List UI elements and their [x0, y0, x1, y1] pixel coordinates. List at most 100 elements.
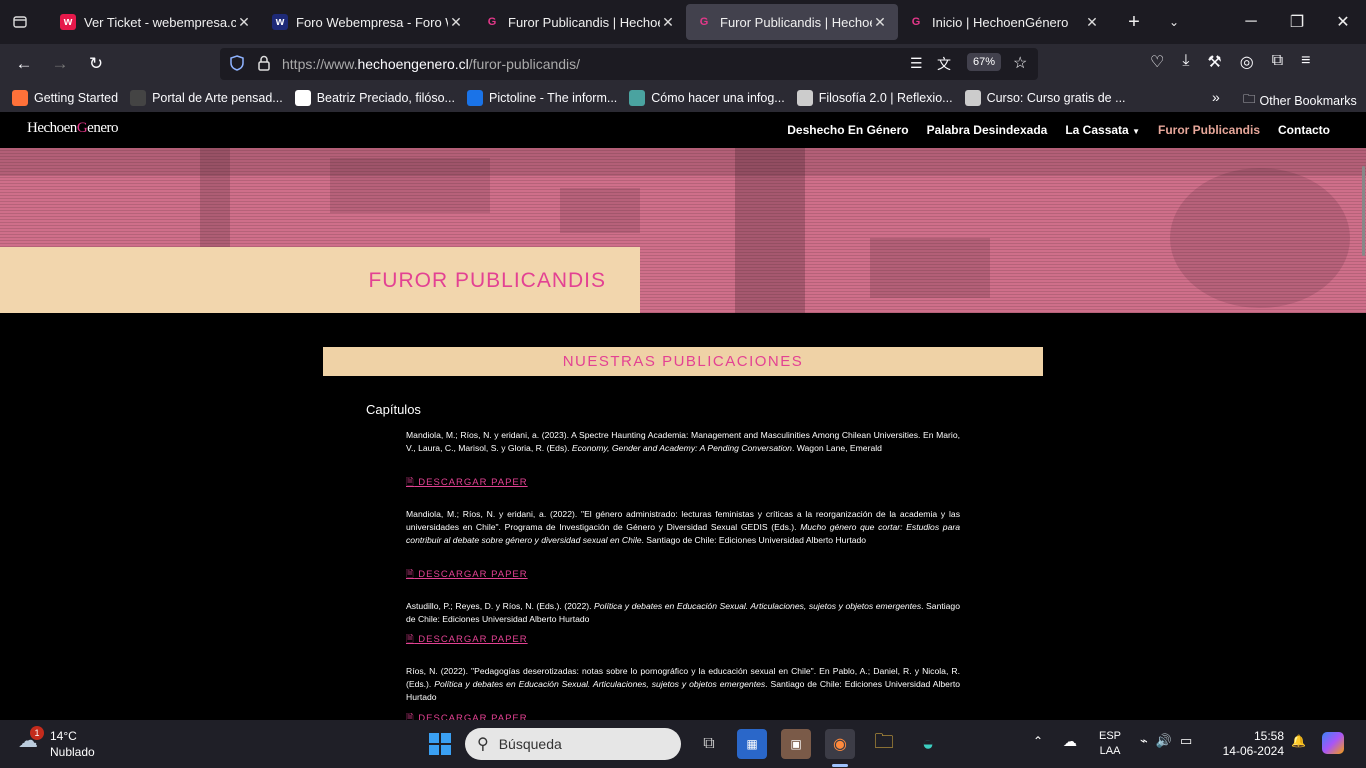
- translate-icon[interactable]: 文: [937, 54, 951, 74]
- start-button[interactable]: [425, 729, 455, 759]
- download-paper-link[interactable]: 🗎 DESCARGAR PAPER: [406, 567, 528, 583]
- downloads-icon[interactable]: ⤓: [1182, 52, 1189, 72]
- notification-icon[interactable]: 🔔: [1291, 734, 1306, 748]
- bookmark-item[interactable]: Filosofía 2.0 | Reflexio...: [796, 90, 953, 106]
- weather-widget[interactable]: ☁ 1: [18, 726, 44, 754]
- url-bar[interactable]: https://www.hechoengenero.cl/furor-publi…: [220, 48, 1038, 80]
- w-icon: [294, 90, 311, 106]
- navigation-toolbar: ← → ↻ https://www.hechoengenero.cl/furor…: [0, 44, 1366, 84]
- bookmark-item[interactable]: Beatriz Preciado, filóso...: [294, 90, 455, 106]
- book-icon: [964, 90, 981, 106]
- lock-icon[interactable]: [258, 55, 270, 74]
- shield-icon[interactable]: [230, 55, 244, 74]
- reader-view-icon[interactable]: ☰: [910, 55, 923, 72]
- tab-favicon-icon: G: [487, 16, 497, 28]
- page-scrollbar[interactable]: [1362, 148, 1366, 720]
- windows-logo-icon: [429, 733, 451, 755]
- extensions-icon[interactable]: ⧉: [1272, 52, 1283, 72]
- task-view-icon[interactable]: ⧉: [694, 729, 724, 759]
- publication-entry: Mandiola, M.; Ríos, N. y eridani, a. (20…: [406, 509, 960, 545]
- file-icon: 🗎: [406, 569, 415, 580]
- site-logo[interactable]: HechoenGenero: [27, 120, 118, 137]
- menu-item-la-cassata[interactable]: La Cassata ▼: [1065, 123, 1140, 137]
- system-tray[interactable]: ⌁ 🔊 ▭: [1140, 733, 1192, 749]
- web-page: HechoenGenero Deshecho En Género Palabra…: [0, 112, 1366, 720]
- tab-favicon-icon: w: [60, 14, 76, 30]
- edge-icon[interactable]: ◒: [913, 729, 943, 759]
- date: 14-06-2024: [1222, 744, 1284, 758]
- bookmark-item[interactable]: Portal de Arte pensad...: [130, 90, 283, 106]
- account-icon[interactable]: ◎: [1240, 52, 1254, 72]
- reload-button[interactable]: ↻: [78, 48, 114, 80]
- close-window-button[interactable]: ✕: [1320, 0, 1366, 44]
- s-icon: [130, 90, 147, 106]
- tab-overflow-chevron-icon[interactable]: ⌄: [1154, 0, 1194, 44]
- menu-icon[interactable]: ≡: [1301, 52, 1310, 72]
- new-tab-button[interactable]: +: [1114, 0, 1154, 44]
- tab-close-icon[interactable]: ✕: [448, 14, 464, 31]
- tab-close-icon[interactable]: ✕: [236, 14, 252, 31]
- firefox-taskbar-icon[interactable]: ◉: [825, 729, 855, 759]
- bookmark-star-icon[interactable]: ☆: [1013, 53, 1027, 73]
- clock[interactable]: 15:58 14-06-2024: [1222, 729, 1284, 759]
- tab-2[interactable]: G Furor Publicandis | HechoenG✕: [474, 4, 686, 40]
- app-icon[interactable]: ▣: [781, 729, 811, 759]
- firefox-icon: [12, 90, 28, 106]
- taskbar-search[interactable]: ⚲ Búsqueda: [465, 728, 681, 760]
- tab-close-icon[interactable]: ✕: [872, 14, 888, 31]
- bookmark-item[interactable]: Getting Started: [12, 90, 118, 106]
- menu-item-palabra[interactable]: Palabra Desindexada: [927, 123, 1048, 137]
- store-icon[interactable]: ▦: [737, 729, 767, 759]
- tab-4[interactable]: G Inicio | HechoenGénero ✕: [898, 4, 1110, 40]
- onedrive-icon[interactable]: ☁: [1063, 733, 1077, 750]
- bookmark-label: Beatriz Preciado, filóso...: [316, 91, 455, 105]
- other-bookmarks-folder[interactable]: 🗀 Other Bookmarks: [1243, 90, 1357, 111]
- volume-icon: 🔊: [1155, 733, 1173, 748]
- zoom-level-button[interactable]: 67%: [967, 53, 1002, 71]
- forward-button[interactable]: →: [42, 48, 78, 80]
- tab-favicon-icon: w: [272, 14, 288, 30]
- wrench-icon[interactable]: ⚒: [1207, 52, 1221, 72]
- download-paper-link[interactable]: 🗎 DESCARGAR PAPER: [406, 711, 528, 720]
- folder-icon: 🗀: [1243, 92, 1256, 106]
- chevron-down-icon: ▼: [1132, 127, 1140, 136]
- publication-entry: Mandiola, M.; Ríos, N. y eridani, a. (20…: [406, 430, 960, 453]
- minimize-button[interactable]: ─: [1228, 0, 1274, 44]
- url-text[interactable]: https://www.hechoengenero.cl/furor-publi…: [282, 56, 580, 72]
- tab-1[interactable]: w Foro Webempresa - Foro Wor✕: [262, 4, 474, 40]
- back-button[interactable]: ←: [6, 48, 42, 80]
- file-explorer-icon[interactable]: 🗀: [869, 729, 899, 759]
- tab-close-icon[interactable]: ✕: [1084, 14, 1100, 31]
- menu-item-furor[interactable]: Furor Publicandis: [1158, 123, 1260, 137]
- site-header: HechoenGenero Deshecho En Género Palabra…: [0, 112, 1366, 148]
- tab-3[interactable]: G Furor Publicandis | HechoenG✕: [686, 4, 898, 40]
- language-indicator[interactable]: ESP LAA: [1099, 729, 1121, 759]
- copilot-icon[interactable]: [1322, 732, 1344, 754]
- tab-bar: wVer Ticket - webempresa.com✕wForo Webem…: [0, 0, 1366, 44]
- battery-icon: ▭: [1180, 733, 1193, 748]
- search-placeholder: Búsqueda: [498, 736, 562, 752]
- pocket-icon[interactable]: ♡: [1150, 52, 1164, 72]
- tab-0[interactable]: w Ver Ticket - webempresa.com✕: [50, 4, 262, 40]
- file-icon: 🗎: [406, 713, 415, 720]
- menu-item-deshecho[interactable]: Deshecho En Género: [787, 123, 908, 137]
- keyboard-layout: LAA: [1099, 745, 1121, 757]
- list-all-tabs-button[interactable]: [0, 0, 40, 44]
- bookmark-item[interactable]: Cómo hacer una infog...: [629, 90, 785, 106]
- bookmark-item[interactable]: Pictoline - The inform...: [466, 90, 617, 106]
- tray-overflow-icon[interactable]: ⌃: [1033, 734, 1043, 748]
- tab-favicon-icon: G: [699, 16, 709, 28]
- bookmark-label: Cómo hacer una infog...: [651, 91, 785, 105]
- bookmark-item[interactable]: Curso: Curso gratis de ...: [964, 90, 1126, 106]
- bookmark-label: Filosofía 2.0 | Reflexio...: [818, 91, 953, 105]
- weather-temp: 14°C: [50, 729, 77, 743]
- tab-close-icon[interactable]: ✕: [660, 14, 676, 31]
- download-paper-link[interactable]: 🗎 DESCARGAR PAPER: [406, 632, 528, 648]
- bookmark-label: Curso: Curso gratis de ...: [986, 91, 1126, 105]
- menu-item-contacto[interactable]: Contacto: [1278, 123, 1330, 137]
- wifi-icon: ⌁: [1140, 733, 1148, 748]
- main-content: NUESTRAS PUBLICACIONES Capítulos Mandiol…: [323, 347, 1043, 720]
- bookmarks-overflow-icon[interactable]: »: [1212, 89, 1220, 105]
- download-paper-link[interactable]: 🗎 DESCARGAR PAPER: [406, 475, 528, 491]
- restore-button[interactable]: ❐: [1274, 0, 1320, 44]
